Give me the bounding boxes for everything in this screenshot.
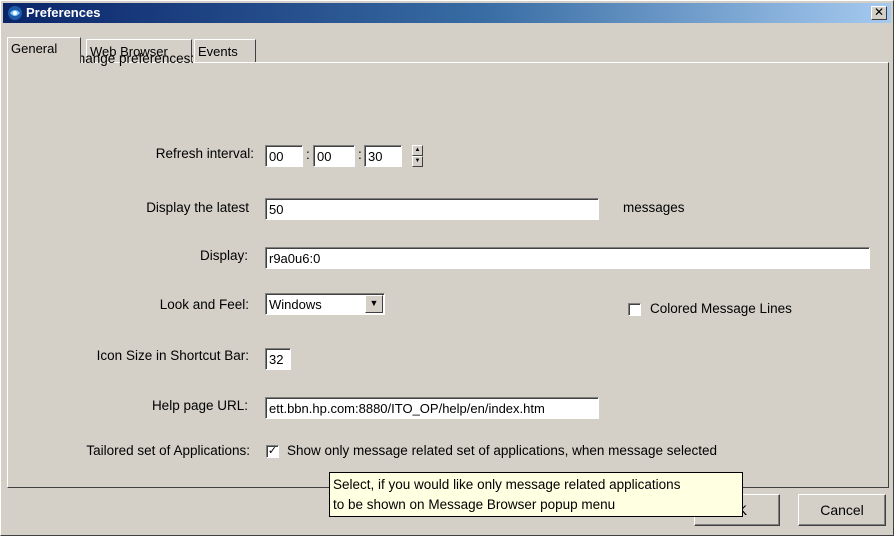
- window-title: Preferences: [26, 5, 101, 20]
- look-and-feel-label: Look and Feel:: [159, 297, 249, 312]
- check-icon: ✓: [267, 445, 278, 457]
- icon-size-input[interactable]: 32: [265, 348, 291, 370]
- refresh-seconds-input[interactable]: 30: [364, 145, 402, 167]
- spin-up-icon[interactable]: ▲: [412, 145, 423, 156]
- time-separator: :: [358, 147, 362, 162]
- tailored-apps-checkbox[interactable]: ✓: [266, 445, 279, 458]
- tab-events[interactable]: Events: [194, 39, 256, 63]
- cancel-button[interactable]: Cancel: [798, 494, 886, 526]
- help-url-input[interactable]: ett.bbn.hp.com:8880/ITO_OP/help/en/index…: [265, 397, 599, 419]
- app-icon: [8, 6, 22, 20]
- preferences-window: Preferences ✕ General Web Browser Events…: [0, 0, 894, 536]
- messages-suffix: messages: [623, 200, 685, 215]
- tooltip: Select, if you would like only message r…: [329, 472, 743, 517]
- refresh-minutes-input[interactable]: 00: [313, 145, 355, 167]
- tab-general[interactable]: General: [7, 37, 81, 63]
- chevron-down-icon[interactable]: ▼: [365, 295, 383, 313]
- display-latest-input[interactable]: 50: [265, 198, 599, 220]
- time-separator: :: [306, 147, 310, 162]
- display-input[interactable]: r9a0u6:0: [265, 247, 870, 269]
- display-label: Display:: [199, 248, 248, 263]
- tooltip-line: to be shown on Message Browser popup men…: [333, 497, 616, 512]
- spin-down-icon[interactable]: ▼: [412, 156, 423, 167]
- icon-size-label: Icon Size in Shortcut Bar:: [96, 348, 249, 363]
- panel-heading: Change preferences:: [68, 51, 195, 66]
- close-icon[interactable]: ✕: [871, 6, 887, 20]
- refresh-hours-input[interactable]: 00: [265, 145, 303, 167]
- tooltip-line: Select, if you would like only message r…: [333, 477, 681, 492]
- title-bar[interactable]: Preferences ✕: [3, 3, 891, 23]
- tailored-apps-label: Tailored set of Applications:: [86, 443, 250, 458]
- refresh-spinner[interactable]: ▲ ▼: [412, 145, 423, 167]
- colored-lines-checkbox[interactable]: [628, 303, 641, 316]
- colored-lines-label: Colored Message Lines: [650, 301, 792, 316]
- help-url-label: Help page URL:: [151, 398, 248, 413]
- display-latest-label: Display the latest: [146, 200, 249, 215]
- refresh-interval-label: Refresh interval:: [155, 146, 254, 161]
- general-panel: Change preferences: Refresh interval: 00…: [7, 51, 889, 488]
- tailored-apps-checkbox-label: Show only message related set of applica…: [287, 443, 717, 458]
